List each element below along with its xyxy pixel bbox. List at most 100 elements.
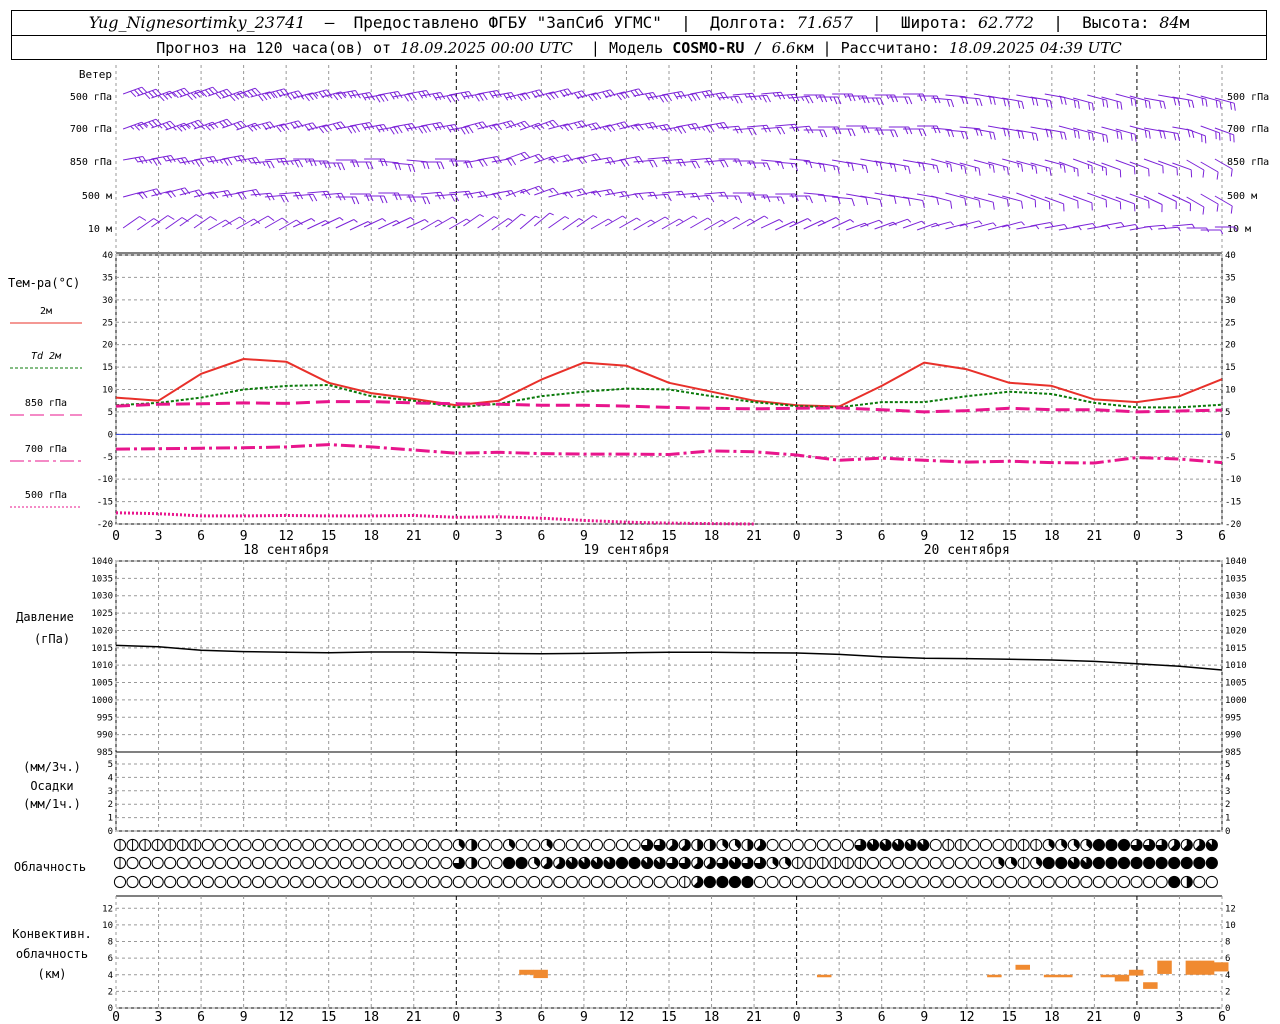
temp-xtick-label: 12 — [959, 529, 975, 544]
pressure-ytick-right: 1035 — [1225, 574, 1247, 584]
temp-ytick-left: 35 — [102, 273, 113, 283]
wind-barb — [519, 215, 540, 230]
wind-barb — [236, 218, 261, 230]
cloud-cover-symbol — [866, 856, 880, 870]
conv-ytick-left: 6 — [108, 954, 113, 964]
wind-barb — [1158, 226, 1181, 232]
wind-barb — [987, 161, 1009, 175]
wind-barb — [973, 159, 995, 173]
wind-barb — [1030, 194, 1051, 210]
cloud-cover-symbol — [515, 875, 528, 889]
wind-barb — [1115, 224, 1139, 229]
wind-barb — [250, 91, 276, 102]
cloud-cover-symbol — [201, 838, 214, 852]
wind-barb — [832, 196, 855, 207]
cloud-cover-symbol — [126, 856, 139, 870]
wind-barb — [363, 218, 387, 228]
cloud-cover-symbol — [352, 875, 365, 889]
wind-barb — [335, 219, 358, 229]
wind-barb — [122, 191, 148, 200]
wind-barb — [1016, 225, 1040, 230]
wind-barb — [1002, 158, 1024, 172]
wind-barb — [846, 222, 869, 231]
wind-barb — [250, 121, 276, 131]
temp-series-line — [115, 400, 1223, 414]
wind-barb — [846, 161, 869, 174]
temp-title: Тем-ра(°С) — [8, 276, 80, 290]
cloud-cover-symbol — [477, 838, 491, 852]
wind-barb — [1101, 96, 1123, 110]
wind-barb — [463, 191, 488, 199]
cloud-cover-symbol — [553, 838, 566, 852]
wind-barb — [917, 193, 940, 206]
cloud-cover-symbol — [415, 856, 428, 870]
conv-xtick-label: 12 — [959, 1010, 975, 1024]
wind-barb — [1200, 125, 1221, 141]
wind-barb — [1129, 125, 1151, 139]
pressure-ytick-left: 1020 — [91, 626, 113, 636]
cloud-cover-symbol — [226, 856, 240, 870]
cloud-cover-symbol — [1155, 856, 1168, 870]
pressure-ytick-left: 1010 — [91, 661, 113, 671]
wind-barb — [548, 216, 570, 229]
precip-ytick-right: 2 — [1225, 800, 1230, 810]
wind-barb — [874, 192, 897, 205]
wind-barb — [817, 217, 840, 227]
wind-barb — [718, 195, 743, 204]
temp-xtick-label: 15 — [661, 529, 677, 544]
cloud-cover-symbol — [490, 875, 503, 889]
wind-barb — [1143, 195, 1163, 213]
pressure-ytick-left: 1025 — [91, 609, 113, 619]
temp-ytick-right: 0 — [1225, 430, 1230, 440]
temp-xtick-label: 3 — [1176, 529, 1184, 544]
wind-barb — [165, 217, 189, 230]
conv-xtick-label: 0 — [452, 1010, 460, 1024]
temp-xtick-label: 3 — [155, 529, 163, 544]
cloud-cover-symbol — [302, 875, 315, 889]
cloud-cover-symbol — [502, 875, 516, 889]
wind-barb — [1087, 225, 1111, 230]
temp-ytick-right: 30 — [1225, 296, 1236, 306]
cloud-cover-symbol — [766, 875, 779, 889]
wind-level-label-right: 500 м — [1227, 191, 1257, 202]
cloud-cover-symbol — [364, 838, 378, 852]
temp-legend-label: 500 гПа — [25, 490, 67, 501]
cloud-title: Облачность — [14, 860, 86, 874]
cloud-cover-symbol — [917, 856, 930, 870]
cloud-cover-symbol — [578, 875, 591, 889]
temp-xtick-label: 18 — [363, 529, 379, 544]
wind-barb — [534, 187, 559, 196]
temp-xtick-label: 6 — [537, 529, 545, 544]
temp-ytick-right: 40 — [1225, 251, 1236, 261]
pressure-ytick-left: 985 — [97, 748, 113, 758]
temp-ytick-left: -5 — [102, 453, 113, 463]
cloud-cover-symbol — [164, 875, 177, 889]
cloud-cover-symbol — [264, 875, 277, 889]
cloud-cover-symbol — [967, 875, 980, 889]
conv-xtick-label: 0 — [1133, 1010, 1141, 1024]
cloud-cover-symbol — [904, 856, 917, 870]
wind-barb — [1073, 223, 1096, 228]
cloud-cover-symbol — [302, 838, 315, 852]
wind-barb — [505, 92, 531, 102]
temp-ytick-left: -20 — [97, 520, 113, 530]
wind-title: Ветер — [79, 68, 112, 81]
wind-barb — [690, 217, 712, 229]
wind-barb — [676, 160, 701, 169]
cloud-cover-symbol — [1205, 875, 1218, 889]
cloud-cover-symbol — [841, 838, 855, 852]
precip-unit-1h: (мм/1ч.) — [23, 797, 81, 811]
wind-barb — [1016, 94, 1039, 107]
wind-barb — [392, 217, 415, 227]
conv-xtick-label: 9 — [240, 1010, 248, 1024]
wind-barb — [1101, 222, 1125, 227]
pressure-ytick-right: 1000 — [1225, 696, 1247, 706]
cloud-cover-symbol — [1180, 856, 1193, 870]
wind-barb — [505, 188, 531, 197]
conv-ytick-right: 10 — [1225, 921, 1236, 931]
wind-barb — [1002, 97, 1025, 110]
conv-cloud-bar — [519, 969, 534, 975]
wind-barb — [463, 214, 484, 227]
wind-barb — [576, 215, 598, 228]
cloud-cover-symbol — [1030, 875, 1043, 889]
